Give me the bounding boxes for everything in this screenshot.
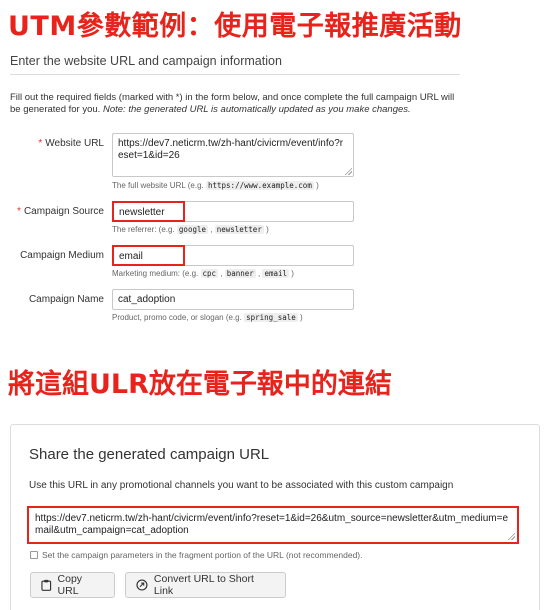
fragment-option[interactable]: Set the campaign parameters in the fragm… xyxy=(30,550,363,560)
required-marker: * xyxy=(38,138,43,149)
intro-text: Fill out the required fields (marked wit… xyxy=(10,92,462,116)
required-marker: * xyxy=(17,206,21,217)
annotation-heading-middle: 將這組ULR放在電子報中的連結 xyxy=(8,369,392,400)
campaign-medium-label: Campaign Medium xyxy=(20,250,104,261)
website-url-help: The full website URL (e.g. https://www.e… xyxy=(112,181,319,190)
copy-url-button[interactable]: Copy URL xyxy=(30,572,115,598)
campaign-name-label: Campaign Name xyxy=(28,294,104,305)
clipboard-icon xyxy=(41,579,52,591)
campaign-source-value[interactable]: newsletter xyxy=(112,201,185,222)
annotation-heading-top: UTM參數範例：使用電子報推廣活動 xyxy=(8,11,462,42)
campaign-medium-value[interactable]: email xyxy=(112,245,185,266)
fragment-checkbox-label: Set the campaign parameters in the fragm… xyxy=(42,550,363,560)
fragment-checkbox[interactable] xyxy=(30,551,38,559)
website-url-label: * Website URL xyxy=(38,138,104,149)
convert-short-link-button[interactable]: Convert URL to Short Link xyxy=(125,572,286,598)
intro-note: Note: the generated URL is automatically… xyxy=(102,104,411,115)
website-url-textarea[interactable]: https://dev7.neticrm.tw/zh-hant/civicrm/… xyxy=(112,133,354,177)
link-icon xyxy=(136,579,148,591)
generated-url-textarea[interactable]: https://dev7.neticrm.tw/zh-hant/civicrm/… xyxy=(27,506,519,544)
section-title: Enter the website URL and campaign infor… xyxy=(10,54,460,75)
share-title: Share the generated campaign URL xyxy=(29,446,270,463)
campaign-name-input[interactable]: cat_adoption xyxy=(112,289,354,310)
campaign-source-help: The referrer: (e.g. google , newsletter … xyxy=(112,225,269,234)
campaign-medium-help: Marketing medium: (e.g. cpc , banner , e… xyxy=(112,269,294,278)
resize-handle-icon[interactable] xyxy=(344,167,352,175)
campaign-source-label: * Campaign Source xyxy=(17,206,104,217)
share-description: Use this URL in any promotional channels… xyxy=(29,480,454,491)
resize-handle-icon[interactable] xyxy=(507,532,515,540)
campaign-name-help: Product, promo code, or slogan (e.g. spr… xyxy=(112,313,303,322)
